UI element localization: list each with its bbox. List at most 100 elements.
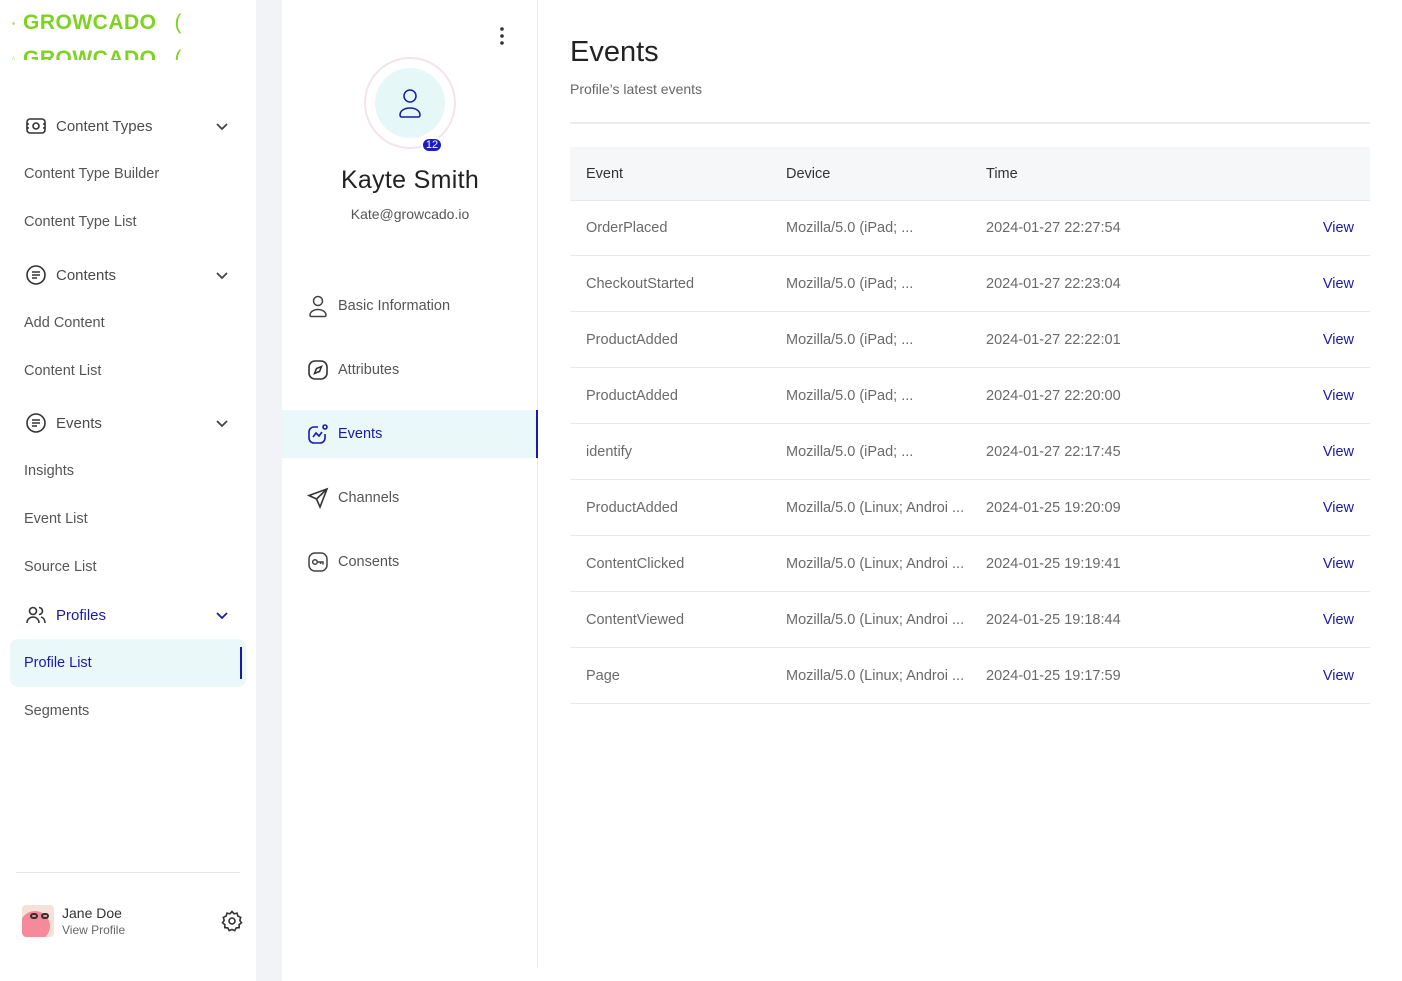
gear-icon[interactable] [220,909,244,933]
sidebar-item-insights[interactable]: Insights [10,447,246,495]
table-row[interactable]: CheckoutStarted Mozilla/5.0 (iPad; ... 202… [570,256,1370,312]
view-event-link[interactable]: View [1323,444,1354,460]
profile-tab-attributes[interactable]: Attributes [282,346,538,394]
profile-tab-consents[interactable]: Consents [282,538,538,586]
action-cell: View [1270,219,1370,237]
table-row[interactable]: Page Mozilla/5.0 (Linux; Androi ... 2024-0… [570,648,1370,704]
time-cell: 2024-01-27 22:22:01 [986,331,1121,348]
view-event-link[interactable]: View [1323,332,1354,348]
profile-email: Kate@growcado.io [350,206,470,222]
event-cell: identify [586,443,632,460]
device-cell: Mozilla/5.0 (iPad; ... [786,220,914,236]
sidebar-item-event-list[interactable]: Event List [10,495,246,543]
logo-row: GROWCADO ( [12,8,182,38]
view-event-link[interactable]: View [1323,668,1354,684]
nav-group-profiles[interactable]: Profiles [10,591,246,639]
event-cell: Page [586,667,620,684]
user-icon [399,89,421,118]
nav-group-events[interactable]: Events [10,399,246,447]
content-types-icon [24,114,48,138]
event-cell: ProductAdded [586,499,678,516]
profile-tab-channels[interactable]: Channels [282,474,538,522]
table-row[interactable]: ProductAdded Mozilla/5.0 (iPad; ... 2024-0… [570,368,1370,424]
time-cell: 2024-01-25 19:18:44 [986,611,1121,628]
column-header-event[interactable]: Event [570,166,770,182]
action-cell: View [1270,275,1370,293]
logo-text: GROWCADO [23,11,157,34]
view-event-link[interactable]: View [1323,612,1354,628]
view-event-link[interactable]: View [1323,220,1354,236]
table-row[interactable]: identify Mozilla/5.0 (iPad; ... 2024-01-27… [570,424,1370,480]
more-options-icon[interactable] [494,24,510,48]
profile-tab-basic-information[interactable]: Basic Information [282,282,538,330]
event-cell: ContentViewed [586,611,685,628]
nav-group-label: Events [56,414,102,432]
sidebar-item-content-list[interactable]: Content List [10,347,246,395]
page-title: Events [570,36,659,68]
nav-group-contents[interactable]: Contents [10,251,246,299]
profile-tab-events[interactable]: Events [282,410,538,458]
table-row[interactable]: ContentClicked Mozilla/5.0 (Linux; Androi… [570,536,1370,592]
table-row[interactable]: ProductAdded Mozilla/5.0 (Linux; Androi .… [570,480,1370,536]
device-cell: Mozilla/5.0 (iPad; ... [786,331,914,348]
time-cell: 2024-01-25 19:20:09 [986,499,1121,516]
avatar[interactable] [22,905,54,937]
nav-group-content-types[interactable]: Content Types [10,102,246,150]
chevron-down-icon[interactable] [212,605,232,625]
action-cell: View [1270,667,1370,685]
action-cell: View [1270,331,1370,349]
table-row[interactable]: OrderPlaced Mozilla/5.0 (iPad; ... 2024-01… [570,200,1370,256]
column-header-time[interactable]: Time [970,166,1270,182]
profile-menu: Basic Information Attributes Events Chan… [282,282,538,602]
user-name: Jane Doe [62,905,122,921]
sidebar-item-segments[interactable]: Segments [10,687,246,735]
device-cell: Mozilla/5.0 (Linux; Androi ... [786,611,965,628]
events-table: Event Device Time OrderPlaced Mozilla/5.0… [570,147,1370,704]
time-cell: 2024-01-27 22:20:00 [986,387,1121,404]
event-cell: CheckoutStarted [586,275,695,292]
sidebar-item-profile-list[interactable]: Profile List [10,639,246,687]
sidebar-item-content-type-list[interactable]: Content Type List [10,198,246,246]
view-event-link[interactable]: View [1323,388,1354,404]
view-profile-link[interactable]: View Profile [62,923,220,937]
avatar-glasses-left [30,913,38,919]
time-cell: 2024-01-27 22:17:45 [986,443,1121,460]
header-divider [570,122,1370,124]
table-row[interactable]: ProductAdded Mozilla/5.0 (iPad; ... 2024-0… [570,312,1370,368]
send-icon [306,486,330,510]
view-event-link[interactable]: View [1323,556,1354,572]
device-cell: Mozilla/5.0 (iPad; ... [786,275,914,292]
action-cell: View [1270,555,1370,573]
sidebar-item-add-content[interactable]: Add Content [10,299,246,347]
profile-tab-label: Basic Information [338,298,451,314]
column-header-device[interactable]: Device [770,166,970,182]
activity-icon [306,422,330,446]
profile-tab-label: Consents [338,554,400,570]
logo-paren-duplicate: ( [174,47,182,60]
view-event-link[interactable]: View [1323,500,1354,516]
brand-logo[interactable]: GROWCADO ( GROWCADO ( [12,8,182,60]
table-row[interactable]: ContentViewed Mozilla/5.0 (Linux; Androi … [570,592,1370,648]
sidebar-nav: Content Types Content Type Builder Conte… [10,102,246,735]
user-info: Jane Doe View Profile [62,905,220,937]
profile-tab-label: Channels [338,490,400,506]
sidebar-item-source-list[interactable]: Source List [10,543,246,591]
logo-row-duplicate: GROWCADO ( [12,44,182,60]
chevron-down-icon[interactable] [212,265,232,285]
view-event-link[interactable]: View [1323,276,1354,292]
user-box: Jane Doe View Profile [22,904,244,938]
user-icon [306,294,330,318]
table-body: OrderPlaced Mozilla/5.0 (iPad; ... 2024-01… [570,200,1370,704]
chevron-down-icon[interactable] [212,413,232,433]
time-cell: 2024-01-25 19:17:59 [986,667,1121,684]
action-cell: View [1270,387,1370,405]
profile-tab-label: Attributes [338,362,400,378]
avatar-glasses-right [41,913,49,919]
sidebar-item-content-type-builder[interactable]: Content Type Builder [10,150,246,198]
profile-panel: 12 Kayte Smith Kate@growcado.io Basic In… [282,0,538,968]
chevron-down-icon[interactable] [212,116,232,136]
profile-tab-label: Events [338,426,383,442]
events-count-badge: 12 [421,137,443,153]
time-cell: 2024-01-27 22:23:04 [986,275,1121,292]
logo-drop-icon [12,21,15,25]
